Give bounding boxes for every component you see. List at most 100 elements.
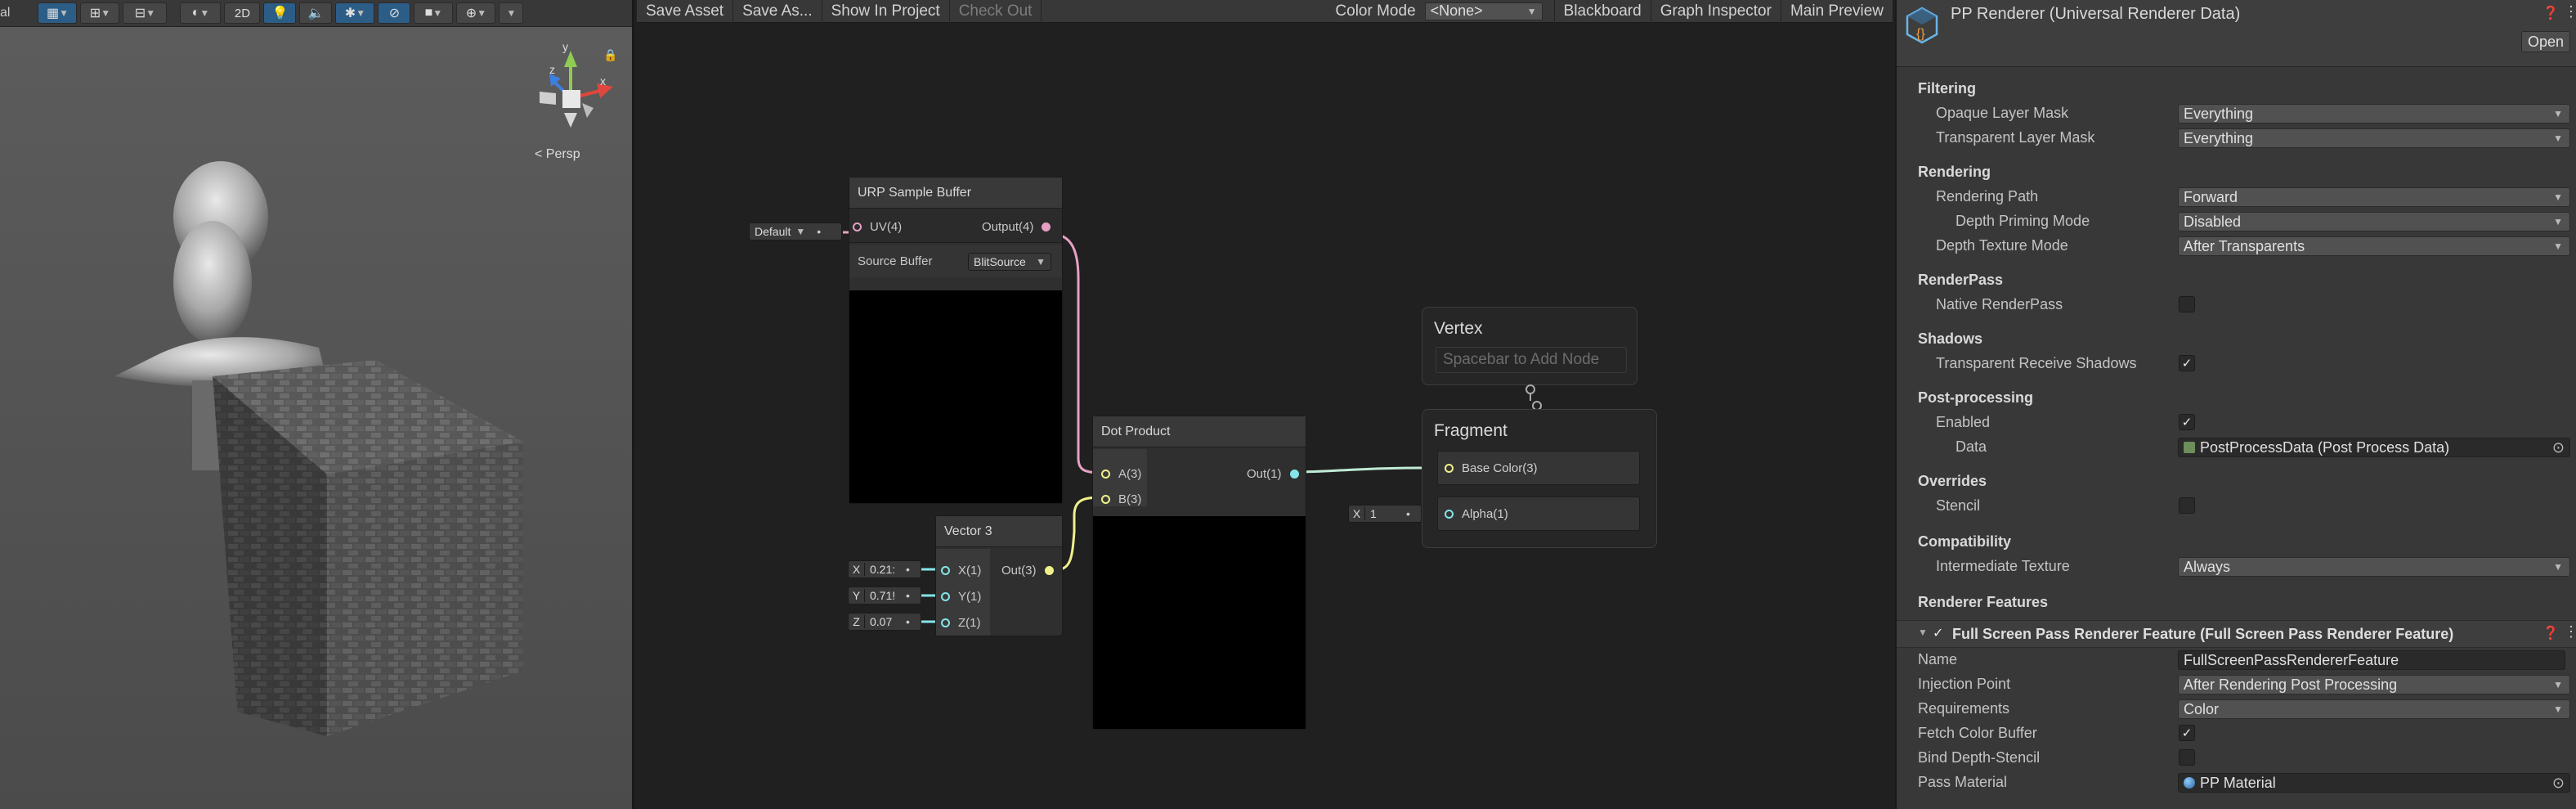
hidden-objects-toggle[interactable]: ⊘ — [378, 2, 411, 24]
alpha-slot[interactable]: Alpha(1) — [1437, 497, 1640, 531]
output-port[interactable]: Output(4) — [982, 220, 1051, 234]
port-label: Output(4) — [982, 220, 1034, 234]
pp-enabled-checkbox[interactable]: ✓ — [2179, 414, 2195, 430]
section-renderer-features: Renderer Features — [1918, 594, 2049, 610]
vector-y-field[interactable]: Y 0.71! • — [848, 587, 921, 605]
gizmos-button[interactable]: ⊕ ▼ — [456, 2, 496, 24]
foldout-arrow-icon[interactable]: ▼ — [1918, 627, 1928, 638]
help-icon[interactable]: ❓ — [2542, 5, 2559, 21]
speaker-icon: 🔈 — [307, 7, 325, 20]
gizmo-axis-z: z — [549, 63, 555, 76]
shader-graph-canvas[interactable]: Save Asset Save As... Show In Project Ch… — [637, 0, 1893, 809]
axis-label: Z — [849, 615, 865, 628]
depth-texture-mode-dropdown[interactable]: After Transparents ▼ — [2178, 236, 2570, 256]
opaque-layer-mask-dropdown[interactable]: Everything ▼ — [2178, 104, 2570, 124]
dropdown-value: After Transparents — [2184, 237, 2305, 254]
section-shadows: Shadows — [1918, 330, 1983, 347]
source-buffer-dropdown[interactable]: BlitSource ▼ — [968, 253, 1051, 271]
effects-toggle[interactable]: ✱ ▼ — [335, 2, 375, 24]
intermediate-texture-dropdown[interactable]: Always ▼ — [2178, 557, 2570, 577]
urp-sample-buffer-node[interactable]: URP Sample Buffer UV(4) Output(4) Source… — [849, 177, 1063, 504]
vector3-node[interactable]: Vector 3 X(1) Y(1) Z(1) Out(3) — [935, 515, 1063, 636]
gizmos-dropdown[interactable]: ▼ — [499, 2, 524, 24]
brick-cube-model[interactable] — [204, 360, 531, 744]
transparent-receive-shadows-checkbox[interactable]: ✓ — [2179, 355, 2195, 371]
gizmo-axis-y: y — [562, 40, 568, 53]
fetch-color-buffer-checkbox[interactable]: ✓ — [2179, 725, 2195, 741]
port-label: A(3) — [1118, 467, 1142, 481]
rendering-path-dropdown[interactable]: Forward ▼ — [2178, 187, 2570, 207]
transparent-layer-mask-dropdown[interactable]: Everything ▼ — [2178, 128, 2570, 148]
z-input-port[interactable]: Z(1) — [941, 616, 981, 630]
transparent-receive-shadows-label: Transparent Receive Shadows — [1936, 355, 2137, 371]
dot-product-node[interactable]: Dot Product A(3) B(3) Out(1) — [1092, 416, 1306, 730]
port-dot — [941, 566, 950, 575]
bind-depth-stencil-checkbox[interactable] — [2179, 749, 2195, 766]
base-color-slot[interactable]: Base Color(3) — [1437, 451, 1640, 485]
dropdown-value: Forward — [2184, 188, 2238, 205]
uv-input-port[interactable]: UV(4) — [853, 220, 902, 234]
port-label: X(1) — [958, 564, 982, 578]
b-input-port[interactable]: B(3) — [1101, 492, 1141, 506]
grid-snap-button[interactable]: ▦ ▼ — [38, 2, 78, 24]
node-title: Dot Product — [1093, 416, 1306, 447]
pp-data-label: Data — [1956, 438, 1987, 455]
camera-settings-button[interactable]: ■ ▼ — [414, 2, 454, 24]
depth-priming-mode-dropdown[interactable]: Disabled ▼ — [2178, 212, 2570, 231]
feature-title: Full Screen Pass Renderer Feature (Full … — [1952, 626, 2454, 642]
port-dot — [1445, 463, 1454, 473]
port-label: Out(1) — [1247, 467, 1282, 481]
uv-default-dropdown[interactable]: Default ▼ • — [749, 222, 842, 240]
uv-default-value: Default — [755, 225, 791, 238]
vector-z-field[interactable]: Z 0.07 • — [848, 613, 921, 631]
grid-visibility-button[interactable]: ⊟ ▼ — [123, 2, 168, 24]
add-node-hint[interactable]: Spacebar to Add Node — [1436, 347, 1627, 373]
section-renderpass: RenderPass — [1918, 272, 2004, 288]
pp-data-field[interactable]: PostProcessData (Post Process Data) ⊙ — [2178, 438, 2570, 457]
out-port[interactable]: Out(3) — [1001, 564, 1054, 578]
requirements-dropdown[interactable]: Color ▼ — [2178, 699, 2570, 719]
intermediate-texture-label: Intermediate Texture — [1936, 558, 2070, 574]
axis-label: X — [849, 563, 865, 576]
audio-toggle[interactable]: 🔈 — [299, 2, 333, 24]
feature-menu-icon[interactable]: ⋮ — [2564, 623, 2576, 640]
stencil-checkbox[interactable] — [2179, 497, 2195, 514]
x-input-port[interactable]: X(1) — [941, 564, 981, 578]
vector-x-field[interactable]: X 0.21: • — [848, 560, 921, 578]
kebab-menu-icon[interactable]: ⋮ — [2564, 3, 2576, 20]
feature-name-input[interactable]: FullScreenPassRendererFeature — [2178, 650, 2565, 670]
fragment-context[interactable]: Fragment Base Color(3) Alpha(1) — [1422, 409, 1657, 548]
axis-label: X — [1349, 507, 1365, 520]
shading-mode-button[interactable]: ◐ ▼ — [180, 2, 222, 24]
object-picker-icon[interactable]: ⊙ — [2552, 439, 2565, 456]
native-renderpass-checkbox[interactable] — [2179, 296, 2195, 312]
increment-snap-button[interactable]: ⊞ ▼ — [80, 2, 120, 24]
port-dot-small: • — [906, 563, 910, 576]
port-label: UV(4) — [870, 220, 903, 234]
feature-help-icon[interactable]: ❓ — [2542, 625, 2559, 641]
a-input-port[interactable]: A(3) — [1101, 467, 1141, 481]
vertex-context[interactable]: Vertex Spacebar to Add Node — [1422, 307, 1637, 385]
port-label: B(3) — [1118, 492, 1142, 506]
y-input-port[interactable]: Y(1) — [941, 590, 981, 604]
chevron-down-icon: ▼ — [2553, 561, 2563, 573]
alpha-value-field[interactable]: X 1 • — [1348, 505, 1422, 523]
open-button[interactable]: Open — [2521, 31, 2570, 52]
pass-material-field[interactable]: PP Material ⊙ — [2178, 773, 2570, 793]
injection-point-dropdown[interactable]: After Rendering Post Processing ▼ — [2178, 675, 2570, 694]
gizmo-axis-x: x — [600, 74, 606, 88]
source-buffer-value: BlitSource — [974, 255, 1026, 268]
orientation-gizmo[interactable]: y x z 🔒 — [515, 33, 629, 139]
axis-value: 0.71! — [870, 589, 896, 602]
renderer-asset-icon: {} — [1906, 7, 1938, 44]
scene-view[interactable]: al ▦ ▼ ⊞ ▼ ⊟ ▼ ◐ ▼ 2D 💡 🔈 ✱ ▼ ⊘ ■ ▼ ⊕ ▼ ▼ y x z… — [0, 0, 634, 809]
lighting-toggle[interactable]: 💡 — [263, 2, 297, 24]
chevron-down-icon: ▼ — [2553, 679, 2563, 690]
svg-text:{}: {} — [1916, 27, 1925, 41]
perspective-label[interactable]: < Persp — [535, 147, 580, 162]
object-picker-icon[interactable]: ⊙ — [2552, 775, 2565, 792]
feature-enabled-checkbox[interactable]: ✓ — [1933, 625, 1943, 641]
mode-2d-button[interactable]: 2D — [224, 2, 261, 24]
out-port[interactable]: Out(1) — [1247, 467, 1299, 481]
lock-icon[interactable]: 🔒 — [603, 48, 617, 62]
